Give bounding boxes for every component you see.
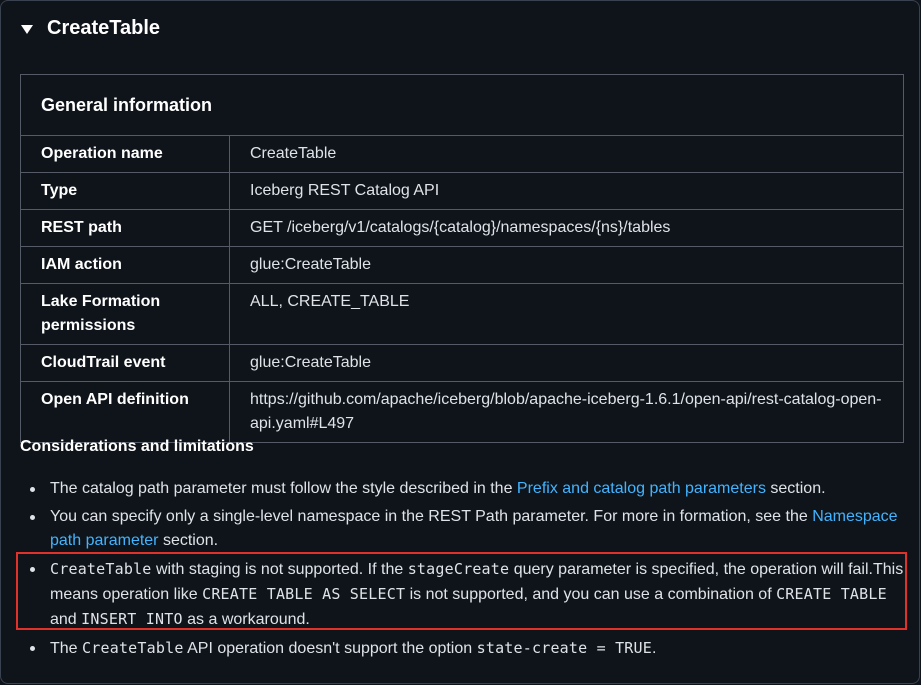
considerations-list: The catalog path parameter must follow t… — [25, 477, 905, 665]
section-header-toggle[interactable]: CreateTable — [21, 17, 160, 40]
table-row: REST path GET /iceberg/v1/catalogs/{cata… — [20, 209, 904, 247]
general-info-table: General information Operation name Creat… — [20, 74, 904, 443]
list-item: The catalog path parameter must follow t… — [25, 477, 905, 501]
bullet-text: The — [50, 640, 83, 657]
bullet-text: as a workaround. — [182, 611, 310, 628]
bullet-text: API operation doesn't support the option — [183, 640, 477, 657]
table-caption: General information — [20, 74, 904, 136]
prefix-catalog-path-link[interactable]: Prefix and catalog path parameters — [517, 480, 766, 497]
table-row: Lake Formation permissions ALL, CREATE_T… — [20, 283, 904, 345]
list-item: The CreateTable API operation doesn't su… — [25, 636, 905, 661]
inline-code: CreateTable — [82, 639, 184, 657]
row-key: Open API definition — [20, 381, 230, 443]
bullet-text: You can specify only a single-level name… — [50, 508, 813, 525]
row-key: REST path — [20, 209, 230, 247]
considerations-heading: Considerations and limitations — [20, 438, 254, 455]
row-value: ALL, CREATE_TABLE — [229, 283, 904, 345]
row-value: Iceberg REST Catalog API — [229, 172, 904, 210]
row-key: CloudTrail event — [20, 344, 230, 382]
inline-code: CREATE TABLE — [776, 585, 887, 603]
list-item: You can specify only a single-level name… — [25, 505, 905, 553]
row-key: Type — [20, 172, 230, 210]
bullet-dot-icon — [30, 487, 35, 492]
list-item: CreateTable with staging is not supporte… — [25, 557, 905, 632]
expandable-section: CreateTable General information Operatio… — [0, 0, 920, 684]
bullet-text: is not supported, and you can use a comb… — [405, 586, 777, 603]
bullet-text: section. — [765, 480, 826, 497]
section-title: CreateTable — [47, 17, 161, 39]
row-value: GET /iceberg/v1/catalogs/{catalog}/names… — [229, 209, 904, 247]
bullet-text: with staging is not supported. If the — [151, 561, 408, 578]
table-row: IAM action glue:CreateTable — [20, 246, 904, 284]
inline-code: state-create = TRUE — [476, 639, 652, 657]
row-key: IAM action — [20, 246, 230, 284]
table-row: Open API definition https://github.com/a… — [20, 381, 904, 443]
table-row: Type Iceberg REST Catalog API — [20, 172, 904, 210]
table-row: CloudTrail event glue:CreateTable — [20, 344, 904, 382]
row-value: glue:CreateTable — [229, 246, 904, 284]
row-value: CreateTable — [229, 135, 904, 173]
inline-code: CreateTable — [50, 560, 152, 578]
bullet-dot-icon — [30, 567, 35, 572]
bullet-text: and — [50, 611, 82, 628]
inline-code: CREATE TABLE AS SELECT — [202, 585, 406, 603]
table-row: Operation name CreateTable — [20, 135, 904, 173]
row-key: Operation name — [20, 135, 230, 173]
bullet-text: section. — [158, 532, 219, 549]
inline-code: INSERT INTO — [81, 610, 183, 628]
bullet-text: The catalog path parameter must follow t… — [50, 480, 517, 497]
caret-down-icon — [21, 25, 33, 34]
row-key: Lake Formation permissions — [20, 283, 230, 345]
bullet-dot-icon — [30, 646, 35, 651]
row-value: https://github.com/apache/iceberg/blob/a… — [229, 381, 904, 443]
bullet-dot-icon — [30, 515, 35, 520]
bullet-text: . — [652, 640, 657, 657]
row-value: glue:CreateTable — [229, 344, 904, 382]
inline-code: stageCreate — [407, 560, 510, 578]
